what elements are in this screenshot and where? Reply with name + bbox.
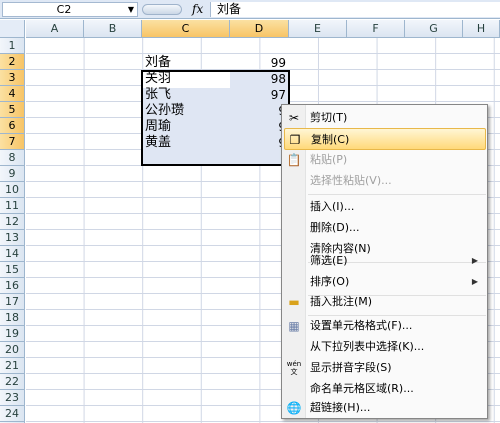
row-header[interactable]: 4 bbox=[0, 86, 25, 102]
cell-name[interactable]: 黄盖 bbox=[145, 135, 171, 151]
cell-value[interactable]: 9 bbox=[232, 119, 286, 135]
row-header[interactable]: 20 bbox=[0, 342, 25, 358]
column-header-h[interactable]: H bbox=[463, 20, 500, 38]
row-header[interactable]: 22 bbox=[0, 374, 25, 390]
menu-item-label: 粘贴(P) bbox=[310, 153, 348, 166]
menu-item-label: 选择性粘贴(V)... bbox=[310, 174, 392, 187]
row-header[interactable]: 17 bbox=[0, 294, 25, 310]
menu-item-delete[interactable]: 删除(D)... bbox=[284, 217, 486, 239]
format-cells-icon: ▦ bbox=[288, 319, 300, 333]
row-header[interactable]: 12 bbox=[0, 214, 25, 230]
cell-value[interactable]: 99 bbox=[232, 55, 286, 71]
menu-item-label: 排序(O) bbox=[310, 275, 350, 288]
row-header[interactable]: 19 bbox=[0, 326, 25, 342]
row-header[interactable]: 3 bbox=[0, 70, 25, 86]
row-header[interactable]: 18 bbox=[0, 310, 25, 326]
chevron-right-icon: ▶ bbox=[471, 277, 478, 286]
formula-bar-splitter[interactable] bbox=[142, 4, 182, 15]
row-header[interactable]: 13 bbox=[0, 230, 25, 246]
menu-item-label: 插入(I)... bbox=[310, 200, 355, 213]
menu-item-hyperlink[interactable]: 🌐 超链接(H)... bbox=[284, 397, 486, 419]
column-header-b[interactable]: B bbox=[84, 20, 142, 38]
row-header[interactable]: 21 bbox=[0, 358, 25, 374]
cell-value[interactable]: 97 bbox=[232, 87, 286, 103]
cell-name[interactable]: 刘备 bbox=[145, 55, 171, 71]
row-header[interactable]: 7 bbox=[0, 134, 25, 150]
globe-link-icon: 🌐 bbox=[286, 401, 302, 415]
menu-item-filter[interactable]: 筛选(E) ▶ bbox=[284, 250, 486, 272]
menu-item-label: 筛选(E) bbox=[310, 254, 348, 267]
column-header-c[interactable]: C bbox=[142, 20, 230, 38]
folder-comment-icon: ▬ bbox=[288, 295, 300, 309]
cell-value[interactable]: 98 bbox=[232, 71, 286, 87]
cell-value[interactable]: 9 bbox=[232, 135, 286, 151]
menu-item-pick-from-list[interactable]: 从下拉列表中选择(K)... bbox=[284, 336, 486, 358]
row-header[interactable]: 23 bbox=[0, 390, 25, 406]
column-header-g[interactable]: G bbox=[405, 20, 463, 38]
chevron-right-icon: ▶ bbox=[471, 256, 478, 265]
cell-value[interactable]: 9 bbox=[232, 103, 286, 119]
row-header[interactable]: 15 bbox=[0, 262, 25, 278]
column-header-f[interactable]: F bbox=[347, 20, 405, 38]
name-box-value: C2 bbox=[56, 3, 72, 16]
menu-item-paste-special[interactable]: 选择性粘贴(V)... bbox=[284, 170, 486, 192]
copy-icon: ❐ bbox=[289, 133, 301, 147]
menu-item-label: 复制(C) bbox=[311, 133, 350, 146]
menu-item-label: 超链接(H)... bbox=[310, 401, 371, 414]
cell-name[interactable]: 张飞 bbox=[145, 87, 171, 103]
row-header[interactable]: 5 bbox=[0, 102, 25, 118]
cell-name[interactable]: 公孙瓒 bbox=[145, 103, 184, 119]
formula-controls: fx bbox=[142, 2, 214, 17]
menu-item-insert-comment[interactable]: ▬ 插入批注(M) bbox=[284, 291, 486, 313]
cell-name[interactable]: 关羽 bbox=[145, 71, 171, 87]
menu-item-format-cells[interactable]: ▦ 设置单元格格式(F)... bbox=[284, 315, 486, 337]
chevron-down-icon[interactable]: ▼ bbox=[128, 5, 134, 14]
menu-item-label: 设置单元格格式(F)... bbox=[310, 319, 413, 332]
menu-item-label: 删除(D)... bbox=[310, 221, 360, 234]
row-header[interactable]: 8 bbox=[0, 150, 25, 166]
row-header[interactable]: 10 bbox=[0, 182, 25, 198]
formula-input[interactable]: 刘备 bbox=[210, 2, 500, 17]
paste-icon: 📋 bbox=[286, 153, 302, 167]
scissors-icon: ✂ bbox=[288, 111, 300, 125]
menu-item-label: 从下拉列表中选择(K)... bbox=[310, 340, 425, 353]
menu-item-label: 显示拼音字段(S) bbox=[310, 361, 392, 374]
row-header[interactable]: 2 bbox=[0, 54, 25, 70]
menu-item-show-phonetic[interactable]: wén 文 显示拼音字段(S) bbox=[284, 357, 486, 379]
row-header[interactable]: 6 bbox=[0, 118, 25, 134]
column-header-e[interactable]: E bbox=[289, 20, 347, 38]
context-menu: ✂ 剪切(T) ❐ 复制(C) 📋 粘贴(P) 选择性粘贴(V)... 插入(I… bbox=[281, 104, 488, 419]
column-header-a[interactable]: A bbox=[26, 20, 84, 38]
formula-bar: C2 ▼ fx 刘备 bbox=[0, 0, 500, 19]
menu-item-paste[interactable]: 📋 粘贴(P) bbox=[284, 149, 486, 171]
row-header[interactable]: 1 bbox=[0, 38, 25, 54]
cell-name[interactable]: 周瑜 bbox=[145, 119, 171, 135]
row-header[interactable]: 11 bbox=[0, 198, 25, 214]
menu-separator bbox=[308, 194, 486, 195]
column-header-d[interactable]: D bbox=[230, 20, 289, 38]
menu-item-label: 剪切(T) bbox=[310, 111, 348, 124]
name-box[interactable]: C2 ▼ bbox=[2, 2, 138, 17]
phonetic-icon: wén 文 bbox=[286, 360, 302, 376]
menu-item-sort[interactable]: 排序(O) ▶ bbox=[284, 271, 486, 293]
menu-item-label: 插入批注(M) bbox=[310, 295, 373, 308]
menu-item-copy[interactable]: ❐ 复制(C) bbox=[284, 128, 486, 150]
row-header[interactable]: 14 bbox=[0, 246, 25, 262]
menu-item-cut[interactable]: ✂ 剪切(T) bbox=[284, 107, 486, 129]
row-header[interactable]: 9 bbox=[0, 166, 25, 182]
insert-function-button[interactable]: fx bbox=[192, 2, 203, 17]
select-all-button[interactable] bbox=[0, 20, 25, 38]
row-header[interactable]: 16 bbox=[0, 278, 25, 294]
menu-item-insert[interactable]: 插入(I)... bbox=[284, 196, 486, 218]
row-header[interactable]: 24 bbox=[0, 406, 25, 422]
